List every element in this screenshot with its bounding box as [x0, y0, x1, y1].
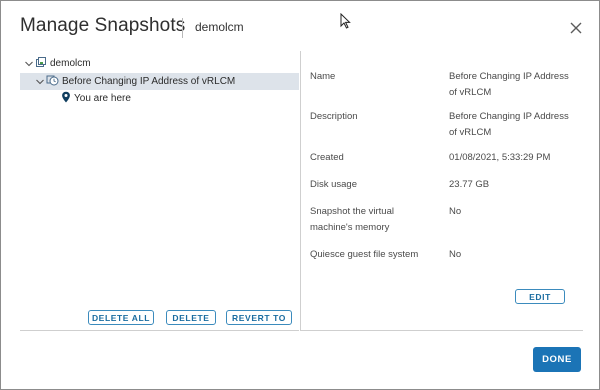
revert-to-button[interactable]: REVERT TO — [226, 310, 292, 325]
mouse-cursor-icon — [340, 12, 351, 34]
chevron-down-icon[interactable] — [23, 58, 35, 70]
tree-item-snapshot-label: Before Changing IP Address of vRLCM — [62, 76, 236, 87]
vm-icon — [35, 56, 47, 71]
snapshot-clock-icon — [46, 74, 59, 89]
manage-snapshots-dialog: Manage Snapshots demolcm demolcm Before … — [0, 0, 600, 390]
description-value-line-1: Before Changing IP Address — [449, 111, 569, 122]
description-label: Description — [310, 111, 358, 122]
tree-item-vm-label: demolcm — [50, 58, 91, 69]
chevron-down-icon[interactable] — [34, 76, 46, 88]
snapshot-tree-pane: demolcm Before Changing IP Address of vR… — [20, 51, 299, 331]
tree-item-current-label: You are here — [74, 93, 131, 104]
created-label: Created — [310, 152, 344, 163]
quiesce-value: No — [449, 249, 462, 260]
name-value-line-2: of vRLCM — [449, 87, 492, 98]
created-value: 01/08/2021, 5:33:29 PM — [449, 152, 551, 163]
quiesce-label: Quiesce guest file system — [310, 249, 419, 260]
delete-all-button[interactable]: DELETE ALL — [88, 310, 154, 325]
close-icon — [570, 22, 582, 34]
snapshot-details-pane: Name Before Changing IP Address of vRLCM… — [300, 51, 583, 331]
tree-item-vm[interactable]: demolcm — [20, 55, 299, 72]
memory-label-line-2: machine's memory — [310, 222, 390, 233]
name-value-line-1: Before Changing IP Address — [449, 71, 569, 82]
close-button[interactable] — [567, 19, 585, 37]
disk-usage-value: 23.77 GB — [449, 179, 490, 190]
delete-button[interactable]: DELETE — [166, 310, 216, 325]
description-value-line-2: of vRLCM — [449, 127, 492, 138]
dialog-title: Manage Snapshots — [20, 15, 186, 36]
memory-value: No — [449, 206, 462, 217]
title-separator — [182, 18, 183, 38]
location-pin-icon — [61, 91, 71, 106]
edit-button[interactable]: EDIT — [515, 289, 565, 304]
disk-usage-label: Disk usage — [310, 179, 357, 190]
done-button[interactable]: DONE — [533, 347, 581, 372]
tree-item-current-position[interactable]: You are here — [20, 90, 299, 107]
tree-item-snapshot[interactable]: Before Changing IP Address of vRLCM — [20, 73, 299, 90]
name-label: Name — [310, 71, 336, 82]
memory-label-line-1: Snapshot the virtual — [310, 206, 394, 217]
dialog-subtitle: demolcm — [195, 20, 244, 34]
